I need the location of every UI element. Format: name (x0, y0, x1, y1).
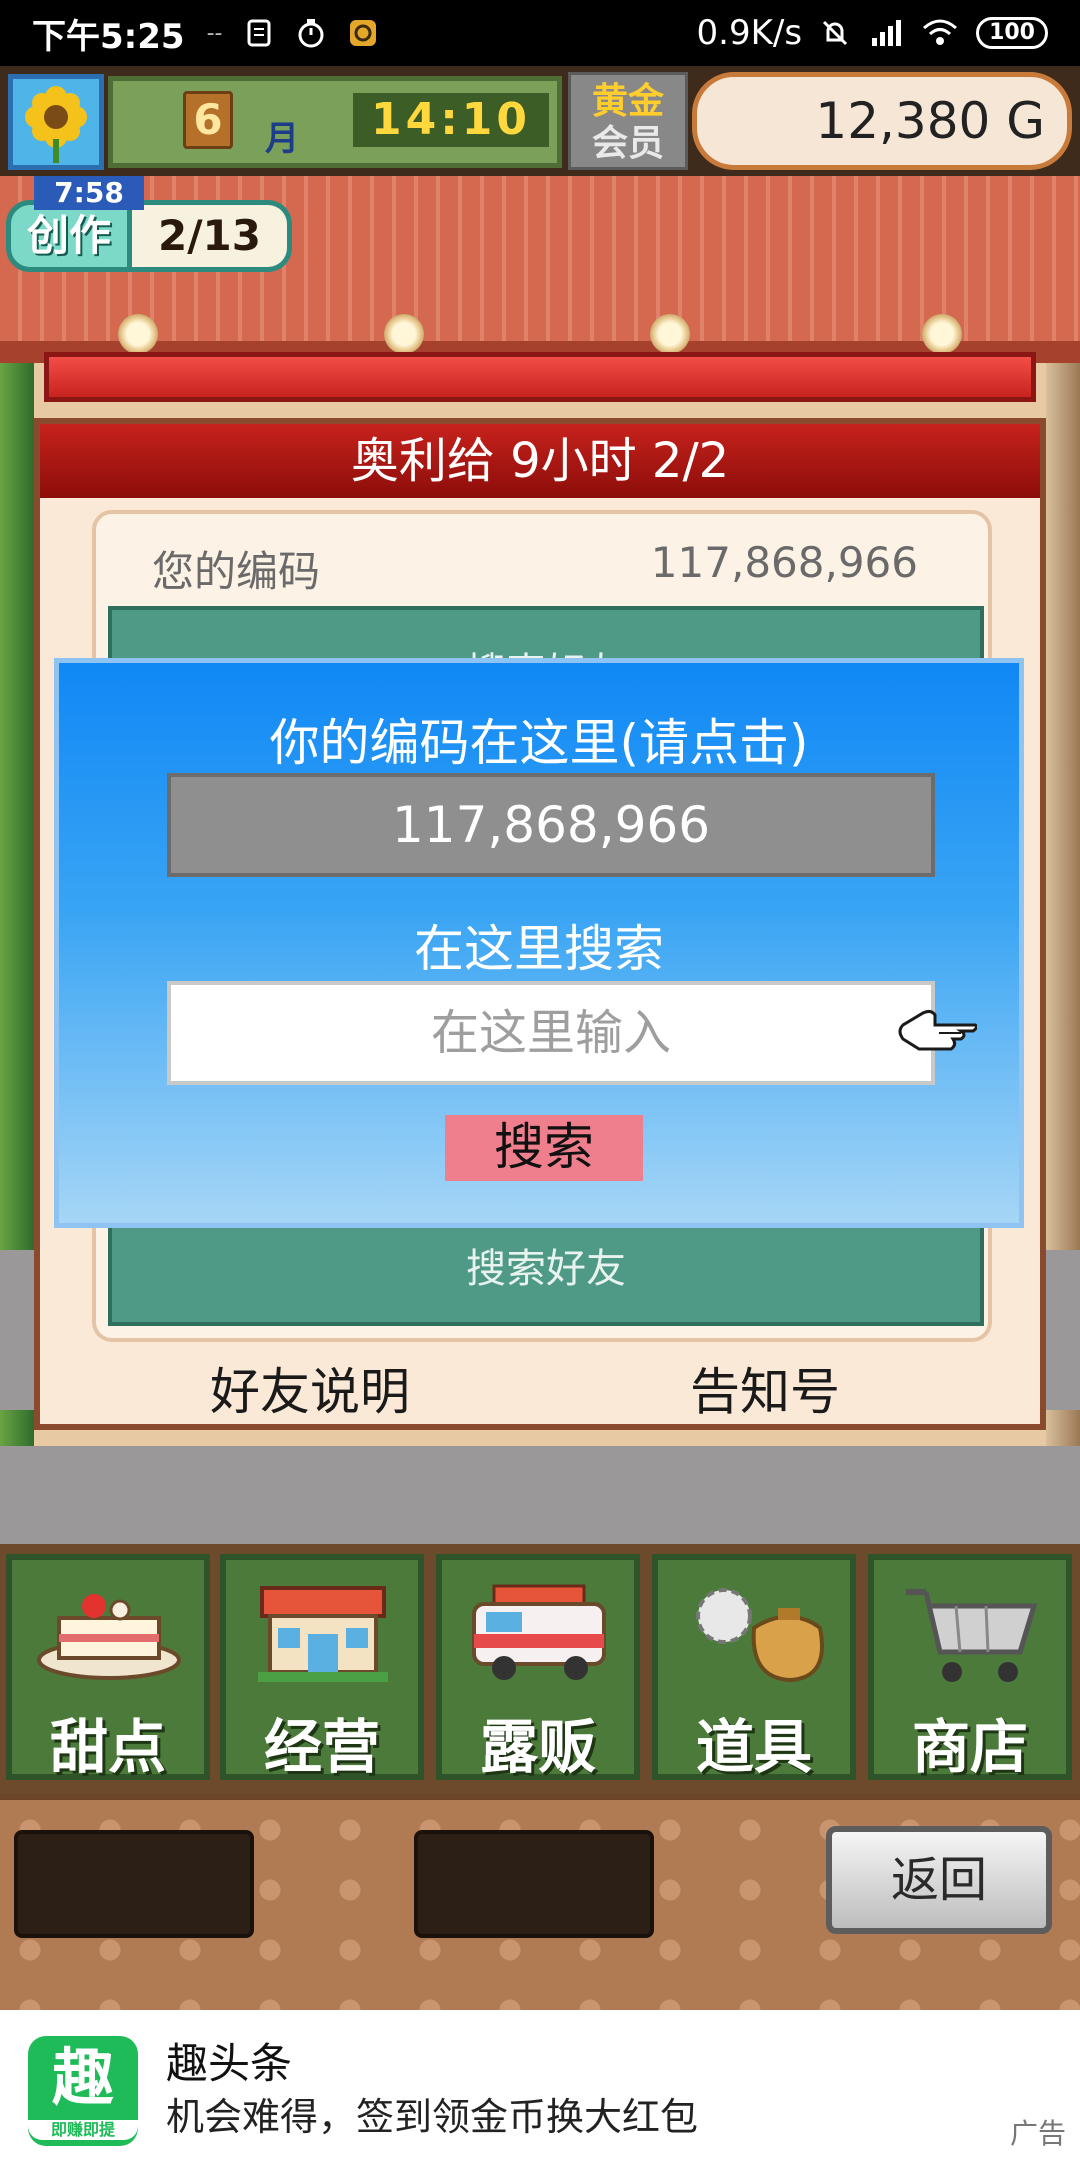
sunflower-icon (25, 86, 87, 163)
month-number: 6 (183, 91, 233, 149)
bottom-menu: 甜点 经营 露贩 道具 商店 (0, 1544, 1080, 1794)
my-code-field[interactable]: 117,868,966 (167, 773, 935, 877)
ad-app-logo[interactable]: 趣 即赚即提 (28, 2036, 138, 2146)
item-bag-icon (696, 1588, 824, 1683)
lamp-icon (650, 314, 690, 354)
menu-item-food-truck[interactable]: 露贩 (436, 1554, 640, 1781)
menu-item-store[interactable]: 商店 (868, 1554, 1072, 1781)
gold-member-badge[interactable]: 黄金 会员 (568, 72, 688, 170)
status-right: 0.9K/s 100 (697, 13, 1048, 53)
red-awning (44, 352, 1036, 402)
lower-panel: 返回 (0, 1794, 1080, 2010)
menu-item-items[interactable]: 道具 (652, 1554, 856, 1781)
food-truck-icon (472, 1584, 606, 1680)
status-time: 下午5:25 (32, 16, 185, 57)
menu-item-label: 甜点 (49, 1713, 166, 1781)
back-button[interactable]: 返回 (826, 1826, 1052, 1934)
document-icon (247, 19, 271, 47)
date-panel: 6 月 14:10 (108, 76, 562, 168)
menu-item-label: 商店 (911, 1713, 1028, 1781)
lamp-icon (118, 314, 158, 354)
ad-tag: 广告 (1009, 2117, 1066, 2150)
month-label: 月 (265, 119, 299, 159)
menu-item-label: 经营 (263, 1713, 380, 1781)
signal-icon (872, 20, 902, 46)
game-clock: 14:10 (353, 93, 549, 147)
lamp-icon (384, 314, 424, 354)
gold-member-line1: 黄金 (591, 81, 664, 122)
sunflower-avatar[interactable] (8, 74, 104, 170)
shop-icon (258, 1586, 388, 1682)
ad-banner[interactable]: 趣 即赚即提 趣头条 机会难得，签到领金币换大红包 广告 (0, 2010, 1080, 2160)
menu-item-dessert[interactable]: 甜点 (6, 1554, 210, 1781)
empty-slot (414, 1830, 654, 1938)
battery-indicator: 100 (976, 17, 1048, 49)
your-code-value: 117,868,966 (650, 538, 918, 587)
create-badge[interactable]: 创作 2/13 7:58 (6, 176, 294, 272)
your-code-row: 您的编码 117,868,966 (96, 524, 988, 596)
create-timer: 7:58 (34, 176, 144, 210)
popup-title: 你的编码在这里(请点击) (269, 714, 809, 772)
game-top-bar: 6 月 14:10 黄金 会员 12,380 G (0, 66, 1080, 176)
pointing-hand-icon (898, 1009, 977, 1051)
money-display: 12,380 G (692, 72, 1072, 170)
mute-bell-icon (823, 20, 848, 46)
dialog-header: 奥利给 9小时 2/2 (40, 424, 1040, 498)
dialog-footer: 好友说明 告知号 (40, 1346, 1040, 1426)
ad-title: 趣头条 (166, 2039, 293, 2088)
shopping-cart-icon (906, 1589, 1038, 1682)
timer-icon (298, 19, 324, 48)
ad-description: 机会难得，签到领金币换大红包 (166, 2095, 699, 2139)
status-dash: -- (206, 20, 223, 46)
lamp-icon (922, 314, 962, 354)
cake-icon (37, 1594, 181, 1680)
search-friend-button[interactable]: 搜索好友 (112, 1236, 980, 1294)
app-notification-icon (350, 20, 377, 46)
ad-logo-sub: 即赚即提 (28, 2120, 138, 2140)
friend-help-button[interactable]: 好友说明 (210, 1352, 410, 1424)
ad-logo-char: 趣 (51, 2041, 114, 2114)
menu-item-label: 露贩 (479, 1713, 596, 1781)
announce-id-button[interactable]: 告知号 (690, 1352, 840, 1424)
your-code-label: 您的编码 (152, 547, 321, 596)
wifi-icon (923, 19, 958, 45)
gold-member-line2: 会员 (591, 123, 664, 164)
search-button[interactable]: 搜索 (445, 1115, 643, 1181)
status-bar: 下午5:25 -- 0.9K/s 100 (0, 0, 1080, 66)
search-here-label: 在这里搜索 (414, 920, 664, 978)
empty-slot (14, 1830, 254, 1938)
create-label: 创作 (6, 200, 132, 272)
menu-item-label: 道具 (695, 1713, 812, 1781)
create-count: 2/13 (132, 200, 292, 272)
network-speed: 0.9K/s (696, 13, 803, 53)
friend-code-input[interactable]: 在这里输入 (167, 981, 935, 1085)
menu-item-manage[interactable]: 经营 (220, 1554, 424, 1781)
search-popup: 你的编码在这里(请点击) 117,868,966 在这里搜索 在这里输入 搜索 (54, 658, 1024, 1228)
